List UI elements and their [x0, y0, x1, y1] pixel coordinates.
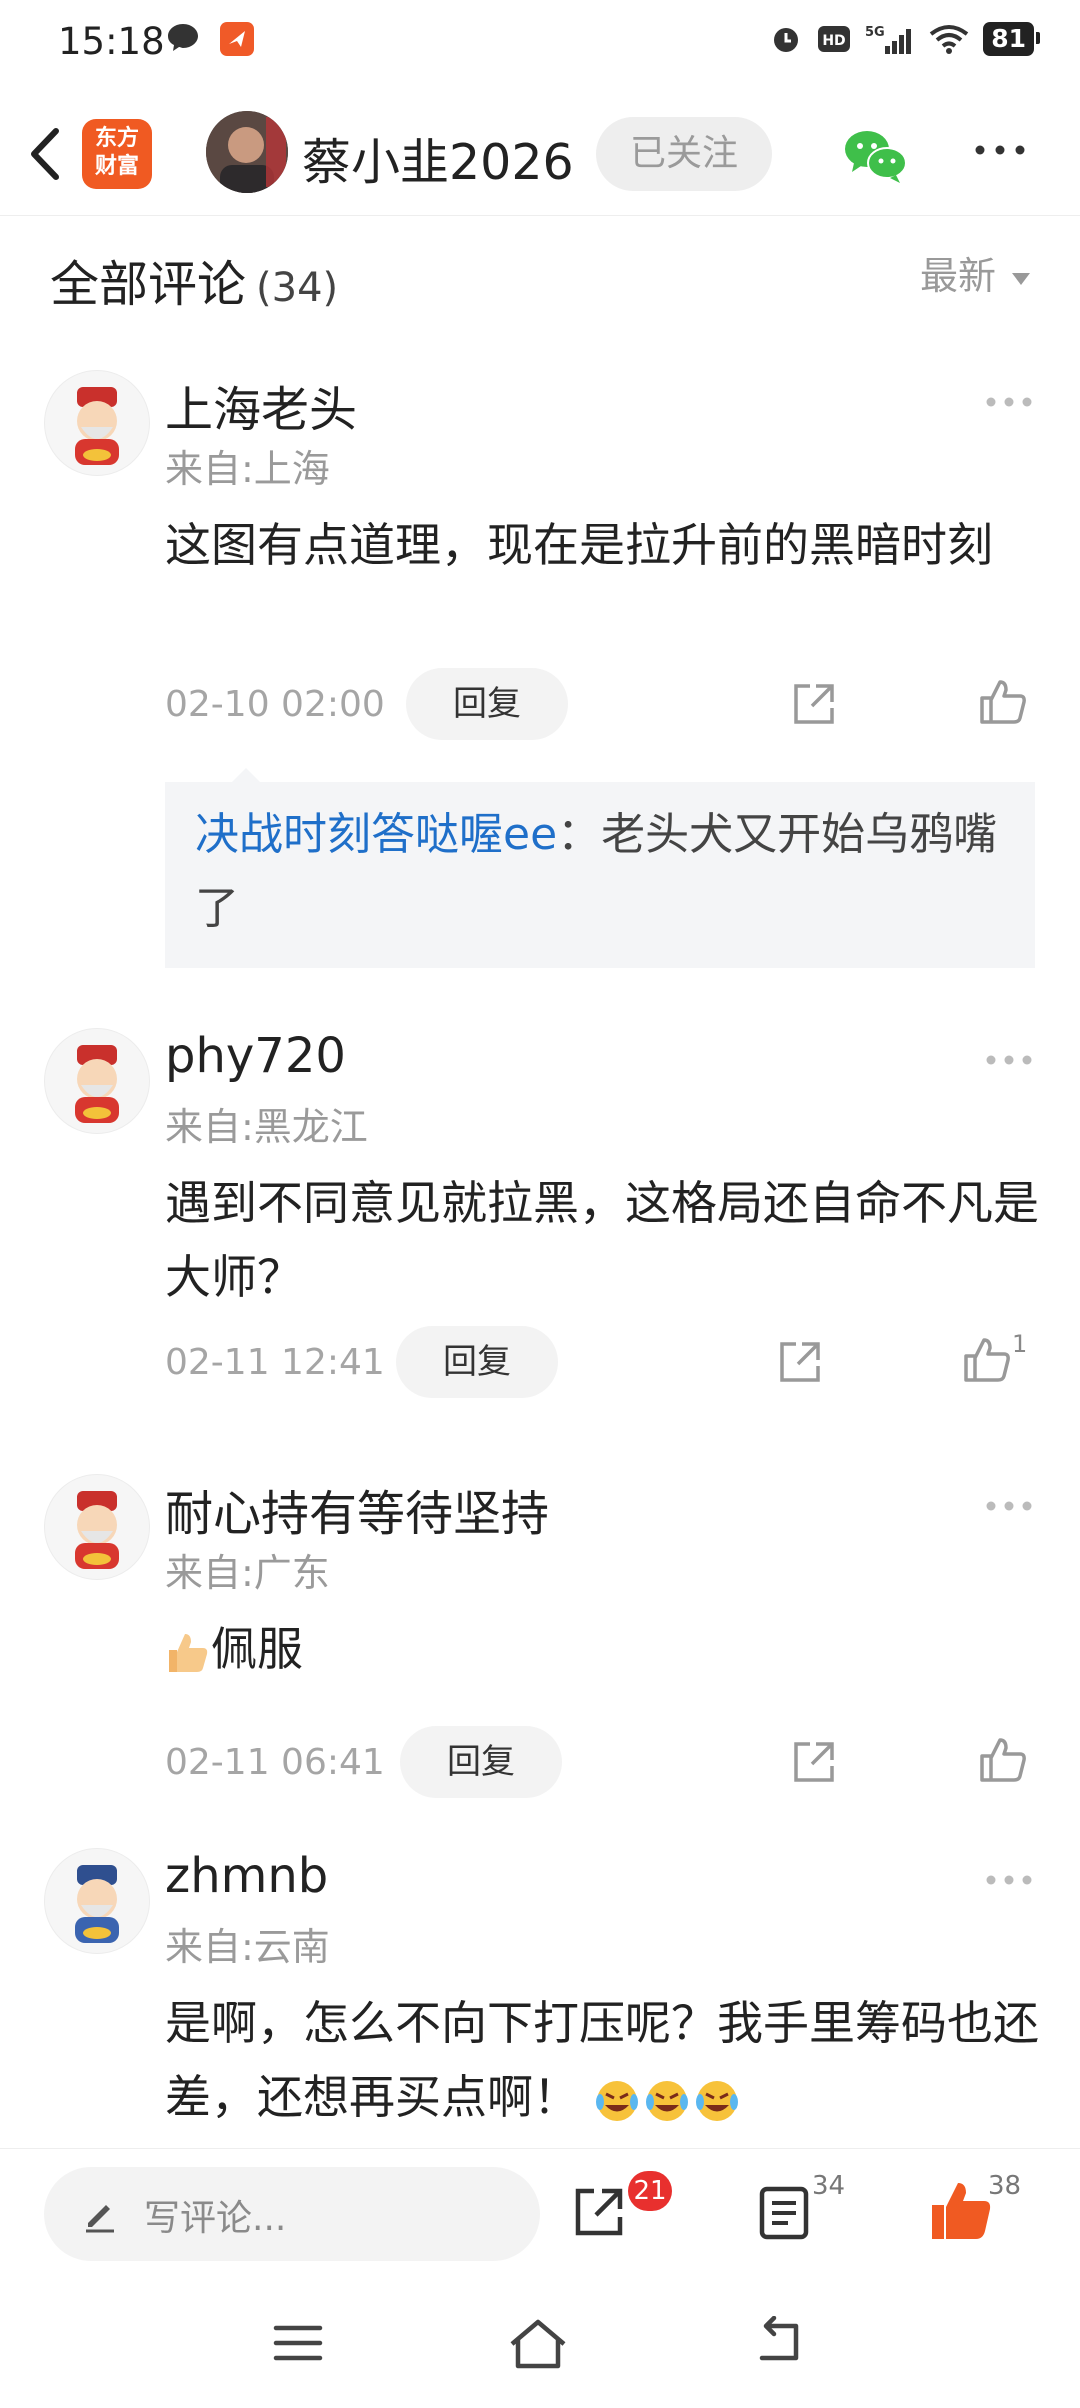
thumbs-up-icon[interactable]	[978, 1734, 1028, 1784]
comment-more-icon[interactable]	[984, 1499, 1034, 1513]
user-avatar[interactable]	[44, 1474, 150, 1580]
alarm-icon	[774, 28, 799, 52]
logo-text-line2: 财富	[94, 154, 139, 179]
like-filled-icon[interactable]	[928, 2177, 994, 2243]
comments-count: 34	[812, 2171, 846, 2201]
comments-icon[interactable]	[756, 2185, 812, 2241]
comment-more-icon[interactable]	[984, 395, 1034, 409]
comment-text: 是啊，怎么不向下打压呢？我手里筹码也还差，还想再买点啊！	[165, 1986, 1055, 2134]
write-comment-placeholder: 写评论...	[144, 2198, 287, 2239]
comment-time: 02-11 06:41	[165, 1742, 385, 1783]
author-name[interactable]: 蔡小韭2026	[302, 123, 574, 194]
comment-like-count: 1	[1012, 1330, 1028, 1358]
share-icon[interactable]	[570, 2183, 628, 2241]
wifi-icon	[929, 25, 969, 54]
comment-time: 02-10 02:00	[165, 684, 385, 725]
app-notification-icon	[220, 22, 254, 56]
home-icon[interactable]	[506, 2314, 570, 2370]
quoted-reply-user[interactable]: 决战时刻答哒喔ee	[195, 809, 557, 860]
wechat-share-icon[interactable]	[842, 125, 908, 185]
menu-icon[interactable]	[272, 2322, 324, 2364]
message-notification-icon	[168, 24, 198, 51]
comment-count: (34)	[256, 265, 339, 311]
logo-text-line1: 东方	[94, 126, 139, 151]
thumbs-up-icon[interactable]	[978, 676, 1028, 726]
comment-location: 来自:黑龙江	[165, 1105, 368, 1149]
share-icon[interactable]	[776, 1338, 824, 1386]
system-nav-bar	[0, 2278, 1080, 2408]
bottom-action-bar: 写评论... 21 34 38	[0, 2148, 1080, 2279]
comment-location: 来自:上海	[165, 447, 330, 491]
reply-button[interactable]: 回复	[406, 668, 568, 740]
comment-username[interactable]: zhmnb	[165, 1848, 328, 1904]
comment-more-icon[interactable]	[984, 1873, 1034, 1887]
status-bar: 15:18 HD 5G 81	[0, 0, 1080, 80]
share-icon[interactable]	[790, 680, 838, 728]
comment-location: 来自:云南	[165, 1925, 330, 1969]
laughing-crying-emoji-icon	[595, 2080, 738, 2121]
back-arrow-icon[interactable]	[22, 121, 66, 187]
comment-text-content: 佩服	[211, 1622, 303, 1676]
comments-section-title: 全部评论 (34)	[50, 245, 338, 316]
reply-button[interactable]: 回复	[400, 1726, 562, 1798]
user-avatar[interactable]	[44, 1028, 150, 1134]
author-avatar[interactable]	[206, 111, 288, 193]
thumbs-up-emoji-icon	[169, 1633, 208, 1672]
comment-text: 这图有点道理，现在是拉升前的黑暗时刻	[165, 518, 993, 572]
like-count: 38	[988, 2171, 1022, 2201]
article-header: 东方 财富 蔡小韭2026 已关注	[0, 95, 1080, 216]
comment-time: 02-11 12:41	[165, 1342, 385, 1383]
write-comment-input[interactable]: 写评论...	[44, 2167, 540, 2261]
quoted-reply[interactable]: 决战时刻答哒喔ee：老头犬又开始乌鸦嘴了	[165, 782, 1035, 968]
sort-dropdown[interactable]: 最新	[920, 245, 1030, 300]
comment-username[interactable]: 上海老头	[165, 370, 357, 440]
pencil-icon	[86, 2205, 114, 2233]
comment-more-icon[interactable]	[984, 1053, 1034, 1067]
thumbs-up-icon[interactable]	[962, 1334, 1012, 1384]
comment-text: 佩服	[165, 1612, 1045, 1686]
comment-location: 来自:广东	[165, 1551, 330, 1595]
battery-indicator: 81	[983, 22, 1040, 56]
reply-button[interactable]: 回复	[396, 1326, 558, 1398]
section-title-text: 全部评论	[50, 256, 247, 313]
share-count-badge: 21	[628, 2171, 672, 2211]
svg-text:HD: HD	[823, 33, 846, 49]
followed-button[interactable]: 已关注	[596, 117, 772, 191]
svg-text:5G: 5G	[865, 25, 885, 40]
sort-label: 最新	[919, 254, 996, 298]
comment-username[interactable]: phy720	[165, 1028, 346, 1084]
quote-pointer	[232, 768, 260, 782]
back-icon[interactable]	[752, 2316, 808, 2366]
hd-icon: HD	[818, 26, 851, 52]
signal-5g-icon: 5G	[865, 25, 912, 54]
user-avatar[interactable]	[44, 370, 150, 476]
comment-username[interactable]: 耐心持有等待坚持	[165, 1474, 549, 1544]
more-options-icon[interactable]	[970, 135, 1030, 165]
share-icon[interactable]	[790, 1738, 838, 1786]
comment-text: 遇到不同意见就拉黑，这格局还自命不凡是大师？	[165, 1176, 1039, 1304]
app-logo[interactable]: 东方 财富	[82, 119, 152, 189]
user-avatar[interactable]	[44, 1848, 150, 1954]
dropdown-arrow-icon	[1012, 272, 1030, 285]
status-time: 15:18	[58, 20, 165, 63]
